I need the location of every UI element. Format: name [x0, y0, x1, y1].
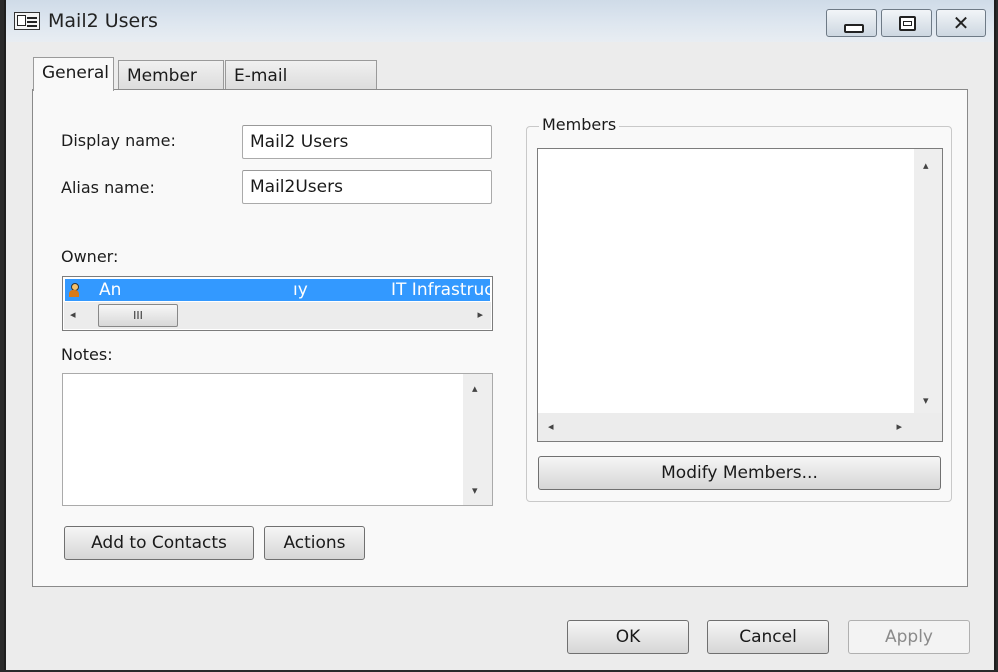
restore-icon	[899, 16, 916, 31]
members-group-title: Members	[539, 115, 620, 134]
actions-button[interactable]: Actions	[264, 526, 365, 560]
owner-department: IT Infrastruc	[391, 280, 490, 300]
owner-horizontal-scrollbar[interactable]: ◂ III ▸	[64, 302, 491, 329]
scroll-up-arrow-icon[interactable]: ▴	[923, 159, 929, 172]
modify-members-button[interactable]: Modify Members...	[538, 456, 941, 490]
close-icon: ✕	[952, 11, 970, 35]
contact-card-icon[interactable]	[14, 12, 40, 30]
alias-name-label: Alias name:	[61, 178, 155, 197]
scroll-right-arrow-icon[interactable]: ▸	[477, 308, 483, 321]
add-to-contacts-button[interactable]: Add to Contacts	[64, 526, 254, 560]
scroll-down-arrow-icon[interactable]: ▾	[923, 394, 929, 407]
tab-general[interactable]: General	[33, 57, 114, 91]
close-button[interactable]: ✕	[936, 9, 986, 37]
owner-name-fragment: ıy	[293, 280, 308, 300]
members-list[interactable]: ▴ ▾ ◂ ▸	[537, 148, 943, 442]
notes-label: Notes:	[61, 345, 113, 364]
apply-button[interactable]: Apply	[848, 620, 970, 654]
title-bar[interactable]: Mail2 Users ✕	[6, 0, 994, 42]
minimize-icon	[844, 24, 864, 33]
owner-list[interactable]: An ıy IT Infrastruc ◂ III ▸	[62, 276, 493, 331]
scroll-left-arrow-icon[interactable]: ◂	[548, 420, 554, 433]
members-horizontal-scrollbar[interactable]: ◂ ▸	[538, 413, 942, 441]
tab-email-addresses[interactable]: E-mail Addresses	[225, 60, 377, 116]
notes-textarea[interactable]: ▴ ▾	[62, 373, 493, 506]
minimize-button[interactable]	[826, 9, 877, 37]
display-name-label: Display name:	[61, 131, 176, 150]
cancel-button[interactable]: Cancel	[707, 620, 829, 654]
ok-button[interactable]: OK	[567, 620, 689, 654]
scroll-up-arrow-icon[interactable]: ▴	[472, 382, 478, 395]
scroll-down-arrow-icon[interactable]: ▾	[472, 484, 478, 497]
display-name-field[interactable]: Mail2 Users	[242, 125, 492, 159]
scroll-left-arrow-icon[interactable]: ◂	[70, 308, 76, 321]
window-title: Mail2 Users	[48, 10, 158, 32]
dialog-window: Mail2 Users ✕ General Member Of E-mail A…	[4, 0, 996, 670]
owner-name: An	[99, 280, 122, 300]
alias-name-field[interactable]: Mail2Users	[242, 170, 492, 204]
user-icon	[69, 283, 79, 297]
tab-member-of[interactable]: Member Of	[118, 60, 224, 116]
owner-scroll-thumb[interactable]: III	[98, 304, 178, 327]
members-groupbox: Members ▴ ▾ ◂ ▸ Modify Members...	[526, 115, 952, 502]
maximize-button[interactable]	[881, 9, 932, 37]
scroll-right-arrow-icon[interactable]: ▸	[896, 420, 902, 433]
owner-label: Owner:	[61, 247, 119, 266]
owner-list-item[interactable]: An ıy IT Infrastruc	[65, 279, 490, 301]
notes-vertical-scrollbar[interactable]: ▴ ▾	[463, 374, 492, 505]
members-vertical-scrollbar[interactable]: ▴ ▾	[914, 149, 942, 415]
